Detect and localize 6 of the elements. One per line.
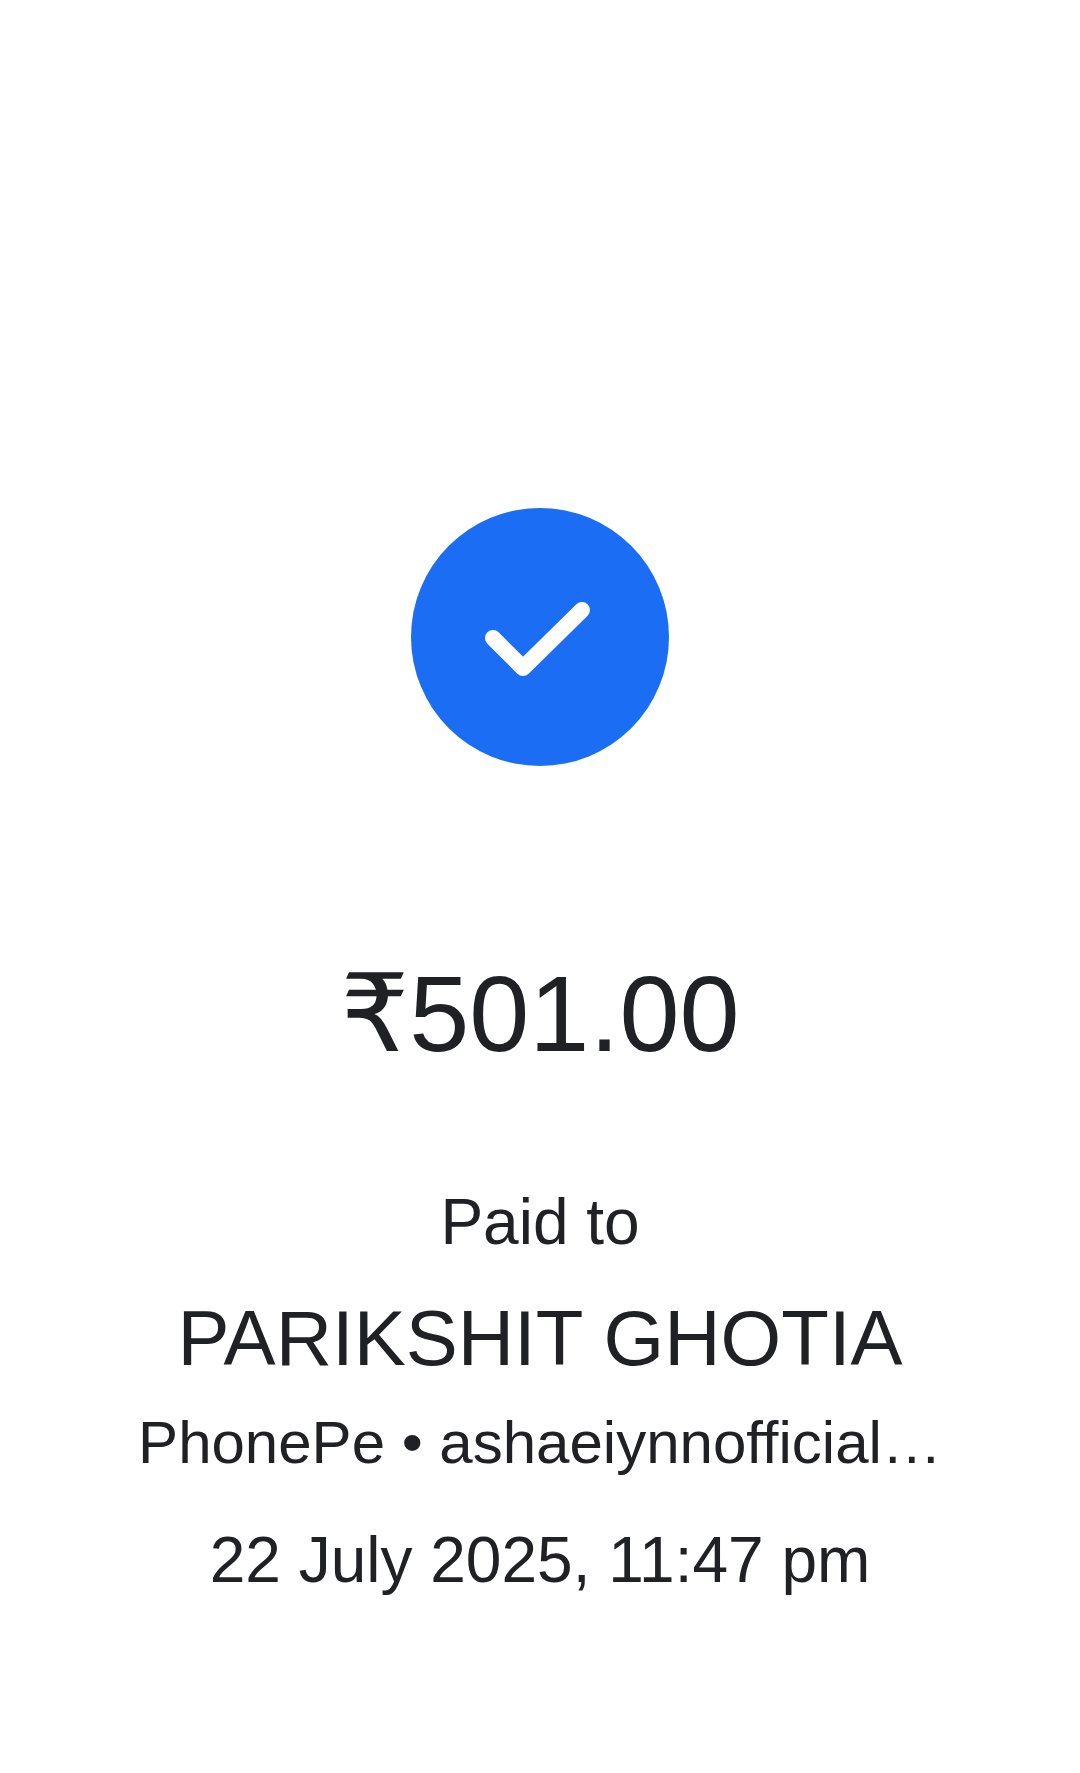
check-circle-icon bbox=[411, 508, 669, 766]
payee-detail: PhonePe • ashaeiynnofficial… bbox=[138, 1408, 942, 1478]
amount: ₹501.00 bbox=[340, 952, 740, 1076]
paid-to-label: Paid to bbox=[440, 1185, 640, 1260]
payee-name: PARIKSHIT GHOTIA bbox=[177, 1293, 903, 1384]
transaction-date: 22 July 2025, 11:47 pm bbox=[209, 1523, 871, 1598]
